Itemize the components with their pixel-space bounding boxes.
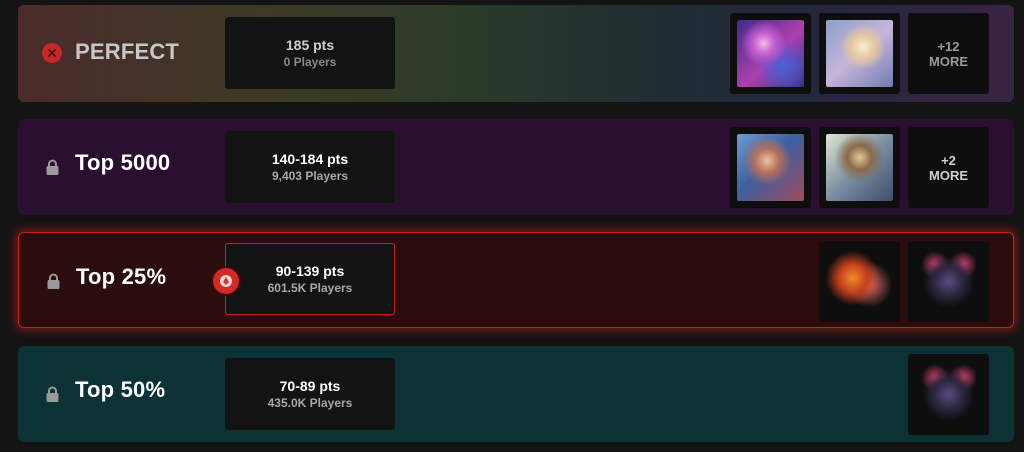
points-range: 70-89 pts [279, 378, 341, 394]
player-count: 601.5K Players [267, 281, 353, 295]
tier-name: Top 5000 [75, 150, 171, 175]
lock-icon [47, 273, 60, 289]
more-rewards-button[interactable]: +12 MORE [908, 13, 989, 94]
more-count: +12 [937, 38, 960, 54]
reward-icon-art [915, 361, 982, 428]
tier-name: PERFECT [75, 39, 180, 64]
reward-icon-art [915, 248, 982, 315]
lock-icon [46, 386, 59, 402]
more-label: MORE [929, 53, 968, 69]
reward-thumbnail[interactable] [819, 127, 900, 208]
reward-thumbnail[interactable] [819, 241, 900, 322]
reward-thumbnail[interactable] [908, 354, 989, 435]
tier-row-top-25-percent[interactable]: Top 25% 90-139 pts 601.5K Players [18, 232, 1014, 328]
more-label: MORE [929, 167, 968, 183]
points-range-box: 140-184 pts 9,403 Players [225, 131, 395, 203]
reward-skin-art [737, 20, 804, 87]
reward-skin-art [826, 134, 893, 201]
reward-thumbnail[interactable] [730, 13, 811, 94]
more-count: +2 [941, 152, 956, 168]
points-range-box: 185 pts 0 Players [225, 17, 395, 89]
points-range-box: 70-89 pts 435.0K Players [225, 358, 395, 430]
tier-row-top-50-percent[interactable]: Top 50% 70-89 pts 435.0K Players [18, 346, 1014, 442]
reward-skin-art [737, 134, 804, 201]
x-circle-icon: ✕ [42, 43, 62, 63]
player-count: 0 Players [283, 55, 337, 69]
reward-icon-art [826, 248, 893, 315]
reward-thumbnail[interactable] [819, 13, 900, 94]
player-count: 9,403 Players [271, 169, 349, 183]
points-range: 90-139 pts [275, 263, 345, 279]
points-range: 185 pts [285, 37, 335, 53]
reward-thumbnail[interactable] [730, 127, 811, 208]
reward-thumbnail[interactable] [908, 241, 989, 322]
rank-marker-icon [213, 268, 239, 294]
points-range-box: 90-139 pts 601.5K Players [225, 243, 395, 315]
more-rewards-button[interactable]: +2 MORE [908, 127, 989, 208]
tier-name: Top 25% [76, 264, 167, 289]
tier-name: Top 50% [75, 377, 166, 402]
lock-icon [46, 159, 59, 175]
tier-row-top-5000[interactable]: Top 5000 140-184 pts 9,403 Players +2 MO… [18, 119, 1014, 215]
tier-row-perfect[interactable]: ✕ PERFECT 185 pts 0 Players +12 MORE [18, 5, 1014, 102]
player-count: 435.0K Players [267, 396, 353, 410]
reward-skin-art [826, 20, 893, 87]
points-range: 140-184 pts [271, 151, 349, 167]
